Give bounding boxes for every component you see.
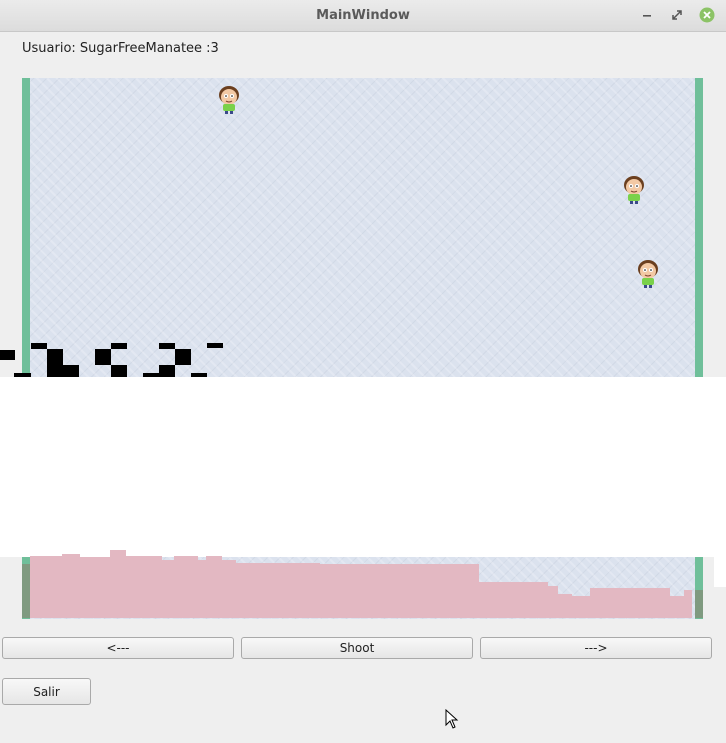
render-gap-edge (714, 557, 726, 587)
mouse-cursor-icon (445, 709, 459, 729)
render-gap (0, 377, 726, 557)
enemy-sprite (624, 176, 644, 204)
maximize-icon[interactable] (668, 6, 686, 24)
move-right-button[interactable]: ---> (480, 637, 712, 659)
shoot-button[interactable]: Shoot (241, 637, 473, 659)
ground-terrain (22, 550, 703, 618)
close-icon[interactable] (698, 6, 716, 24)
barrier-blocks (0, 343, 223, 378)
move-left-button[interactable]: <--- (2, 637, 234, 659)
minimize-icon[interactable] (638, 6, 656, 24)
exit-button[interactable]: Salir (2, 678, 91, 705)
enemy-sprite (638, 260, 658, 288)
